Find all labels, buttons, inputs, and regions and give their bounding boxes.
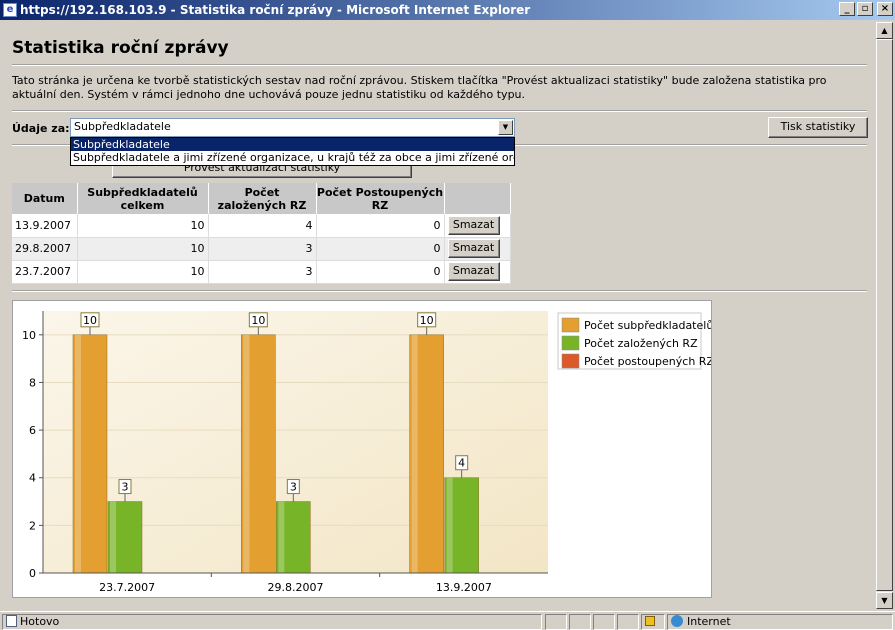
legend-label: Počet subpředkladatelů bbox=[584, 319, 711, 332]
postoupenych-cell: 0 bbox=[316, 214, 445, 238]
datum-cell: 23.7.2007 bbox=[12, 260, 78, 284]
y-tick-label: 0 bbox=[29, 567, 36, 580]
statistics-table: Datum Subpředkladatelů celkem Počet zalo… bbox=[12, 183, 511, 284]
lock-icon bbox=[645, 616, 655, 626]
column-header: Datum bbox=[12, 183, 78, 214]
status-text: Hotovo bbox=[20, 615, 60, 628]
x-tick-label: 13.9.2007 bbox=[436, 581, 492, 594]
x-tick-label: 23.7.2007 bbox=[99, 581, 155, 594]
status-pane bbox=[617, 614, 639, 630]
scroll-up-arrow-icon[interactable]: ▲ bbox=[876, 22, 893, 39]
zalozenych-cell: 3 bbox=[208, 260, 317, 284]
celkem-cell: 10 bbox=[77, 237, 209, 261]
globe-icon bbox=[671, 615, 683, 627]
column-header: Počet založených RZ bbox=[208, 183, 317, 214]
page-icon bbox=[6, 615, 17, 627]
udaje-select[interactable]: Subpředkladatele ▼ bbox=[70, 118, 515, 137]
postoupenych-cell: 0 bbox=[316, 237, 445, 261]
column-header bbox=[444, 183, 511, 214]
minimize-button[interactable]: _ bbox=[839, 2, 855, 16]
page-content: Statistika roční zprávy Tato stránka je … bbox=[2, 22, 876, 609]
title-bar: e https://192.168.103.9 - Statistika roč… bbox=[0, 0, 895, 20]
action-cell: Smazat bbox=[444, 260, 511, 284]
vertical-scrollbar[interactable]: ▲ ▼ bbox=[876, 22, 893, 609]
status-bar: Hotovo Internet bbox=[0, 611, 895, 630]
table-row: 29.8.2007 10 3 0 Smazat bbox=[12, 237, 511, 261]
chevron-down-icon[interactable]: ▼ bbox=[498, 120, 513, 135]
status-pane bbox=[545, 614, 567, 630]
divider bbox=[12, 110, 867, 112]
datum-cell: 29.8.2007 bbox=[12, 237, 78, 261]
divider bbox=[12, 64, 867, 66]
bar-highlight bbox=[243, 334, 250, 573]
bar-highlight bbox=[110, 501, 116, 573]
bar-highlight bbox=[75, 334, 81, 573]
y-tick-label: 4 bbox=[29, 472, 36, 485]
udaje-label: Údaje za: bbox=[12, 122, 70, 135]
data-label: 3 bbox=[290, 481, 297, 494]
column-header: Subpředkladatelů celkem bbox=[77, 183, 209, 214]
status-pane bbox=[569, 614, 591, 630]
legend-swatch bbox=[561, 317, 580, 333]
celkem-cell: 10 bbox=[77, 260, 209, 284]
close-button[interactable]: × bbox=[877, 2, 893, 16]
data-label: 10 bbox=[83, 314, 97, 327]
data-label: 10 bbox=[251, 314, 265, 327]
postoupenych-cell: 0 bbox=[316, 260, 445, 284]
status-pane bbox=[641, 614, 665, 630]
legend-label: Počet postoupených RZ bbox=[584, 355, 711, 368]
bar-chart: 10 3 10 3 10 4 0 2 4 6 8 10 23.7.2007 29.8.2007 13.9.… bbox=[22, 311, 714, 594]
bar-highlight bbox=[411, 334, 418, 573]
y-tick-label: 2 bbox=[29, 519, 36, 532]
divider bbox=[12, 290, 867, 292]
action-cell: Smazat bbox=[444, 214, 511, 238]
legend-label: Počet založených RZ bbox=[584, 337, 698, 350]
zalozenych-cell: 4 bbox=[208, 214, 317, 238]
table-row: 13.9.2007 10 4 0 Smazat bbox=[12, 214, 511, 238]
zalozenych-cell: 3 bbox=[208, 237, 317, 261]
dropdown-option[interactable]: Subpředkladatele bbox=[71, 138, 514, 151]
smazat-button[interactable]: Smazat bbox=[447, 262, 500, 281]
page-title: Statistika roční zprávy bbox=[12, 38, 229, 58]
zone-text: Internet bbox=[687, 615, 731, 628]
page-description: Tato stránka je určena ke tvorbě statist… bbox=[12, 74, 827, 101]
dropdown-option[interactable]: Subpředkladatele a jimi zřízené organiza… bbox=[71, 151, 514, 164]
udaje-dropdown-list: Subpředkladatele Subpředkladatele a jimi… bbox=[70, 137, 515, 166]
table-row: 23.7.2007 10 3 0 Smazat bbox=[12, 260, 511, 284]
chart-container: 10 3 10 3 10 4 0 2 4 6 8 10 23.7.2007 29.8.2007 13.9.… bbox=[12, 300, 714, 598]
legend-swatch bbox=[561, 353, 580, 369]
column-header: Počet Postoupených RZ bbox=[316, 183, 445, 214]
smazat-button[interactable]: Smazat bbox=[447, 215, 500, 235]
data-label: 4 bbox=[458, 457, 465, 470]
select-value: Subpředkladatele bbox=[74, 120, 171, 133]
window-title: https://192.168.103.9 - Statistika roční… bbox=[20, 3, 531, 17]
x-tick-label: 29.8.2007 bbox=[268, 581, 324, 594]
y-tick-label: 10 bbox=[22, 329, 36, 342]
tisk-statistiky-button[interactable]: Tisk statistiky bbox=[768, 117, 868, 138]
y-tick-label: 8 bbox=[29, 376, 36, 389]
data-label: 10 bbox=[420, 314, 434, 327]
datum-cell: 13.9.2007 bbox=[12, 214, 78, 238]
status-pane: Hotovo bbox=[2, 614, 542, 630]
y-tick-label: 6 bbox=[29, 424, 36, 437]
celkem-cell: 10 bbox=[77, 214, 209, 238]
legend-swatch bbox=[561, 335, 580, 351]
maximize-button[interactable]: ▫ bbox=[857, 2, 873, 16]
zone-pane: Internet bbox=[667, 614, 893, 630]
scroll-down-arrow-icon[interactable]: ▼ bbox=[876, 592, 893, 609]
ie-icon: e bbox=[3, 3, 17, 17]
smazat-button[interactable]: Smazat bbox=[447, 239, 500, 258]
status-pane bbox=[593, 614, 615, 630]
action-cell: Smazat bbox=[444, 237, 511, 261]
scroll-thumb[interactable] bbox=[876, 39, 893, 591]
browser-window: e https://192.168.103.9 - Statistika roč… bbox=[0, 0, 895, 630]
bar-highlight bbox=[278, 501, 285, 573]
data-label: 3 bbox=[122, 481, 129, 494]
bar-highlight bbox=[446, 477, 453, 573]
